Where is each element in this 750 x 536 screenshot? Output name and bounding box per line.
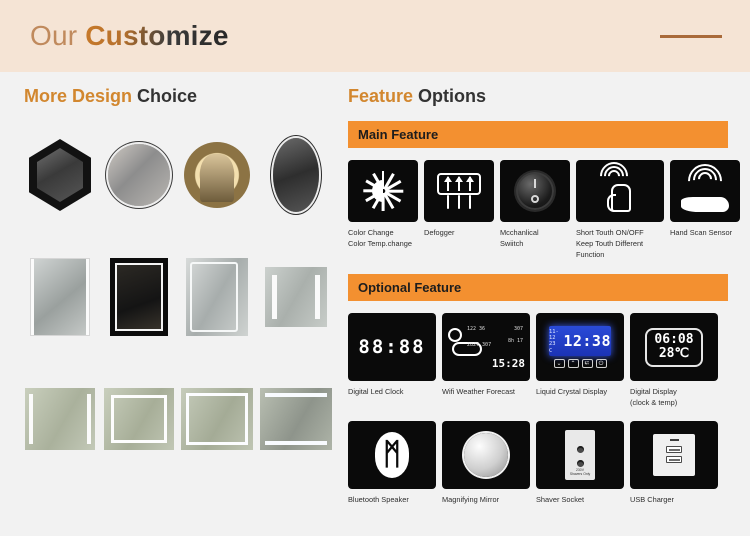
mirror-row-2 <box>24 243 332 351</box>
feature-label-wifi-weather: Wifi Weather Forecast <box>442 387 515 397</box>
page-title: Our Customize <box>30 20 229 52</box>
feature-label-bluetooth-speaker: Bluetooth Speaker <box>348 494 409 504</box>
feature-label-liquid-crystal-display: Liquid Crystal Display <box>536 387 608 397</box>
mirror-thumb-hexagon[interactable] <box>24 123 96 227</box>
feature-tile-magnifying-mirror[interactable]: Magnifying Mirror <box>442 420 530 505</box>
defogger-icon <box>424 160 494 222</box>
mirror-row-1 <box>24 121 332 229</box>
page-header: Our Customize <box>0 0 750 72</box>
digital-display-temp: 28℃ <box>658 346 690 362</box>
liquid-crystal-display-icon: 11-12 23 C 12:38 ⌄ ⌃ ⮓ ⏻ <box>536 313 624 382</box>
mirror-thumb-round-gold[interactable] <box>181 123 253 227</box>
page-title-bold: Customize <box>85 20 229 51</box>
bluetooth-glyph: ᛗ <box>383 437 401 471</box>
feature-tile-mechanical-switch[interactable]: Mcchanlical Swiitch <box>500 160 570 260</box>
feature-tile-usb-charger[interactable]: USB Charger <box>630 420 718 505</box>
feature-label-mechanical-switch: Mcchanlical Swiitch <box>500 228 539 249</box>
main-feature-tiles: Color Change Color Temp.change Defogger <box>348 160 740 260</box>
feature-options-title-accent: Feature <box>348 86 414 106</box>
main-feature-bar: Main Feature <box>348 121 728 148</box>
more-design-choice-title-dark: Choice <box>137 86 198 106</box>
lcd-button-mode[interactable]: ⮓ <box>581 359 593 369</box>
color-change-sun-icon <box>348 160 418 222</box>
feature-tile-digital-led-clock[interactable]: 88:88 Digital Led Clock <box>348 313 436 408</box>
mirror-thumb-rect-magnifier[interactable] <box>24 245 96 349</box>
mirror-thumb-rounded-corner[interactable] <box>181 245 253 349</box>
feature-tile-defogger[interactable]: Defogger <box>424 160 494 260</box>
digital-led-clock-value: 88:88 <box>358 336 426 359</box>
mirror-thumb-vertical-bars[interactable] <box>260 245 332 349</box>
hand-scan-sensor-icon <box>670 160 740 222</box>
more-design-choice-title: More Design Choice <box>24 86 332 107</box>
lcd-time: 12:38 <box>563 332 611 351</box>
digital-display-icon: 06:08 28℃ <box>630 313 718 382</box>
feature-label-magnifying-mirror: Magnifying Mirror <box>442 494 500 504</box>
feature-label-hand-scan-sensor: Hand Scan Sensor <box>670 228 733 237</box>
shaver-socket-icon: 230V Shavers Only <box>536 420 624 489</box>
feature-tile-liquid-crystal-display[interactable]: 11-12 23 C 12:38 ⌄ ⌃ ⮓ ⏻ Liquid Crystal … <box>536 313 624 408</box>
feature-label-usb-charger: USB Charger <box>630 494 674 504</box>
feature-tile-shaver-socket[interactable]: 230V Shavers Only Shaver Socket <box>536 420 624 505</box>
feature-tile-digital-display[interactable]: 06:08 28℃ Digital Display (clock & temp) <box>630 313 718 408</box>
lcd-button-group[interactable]: ⌄ ⌃ ⮓ ⏻ <box>553 359 607 369</box>
usb-charger-icon <box>630 420 718 489</box>
mirror-gallery <box>24 121 332 473</box>
page-title-light: Our <box>30 20 78 51</box>
lcd-date: 11-12 <box>549 328 559 342</box>
feature-label-shaver-socket: Shaver Socket <box>536 494 585 504</box>
wifi-weather-icon: 122 36 2827 307 307 8h 17 15:28 <box>442 313 530 382</box>
more-design-choice-title-accent: More Design <box>24 86 133 106</box>
feature-label-defogger: Defogger <box>424 228 455 237</box>
mirror-thumb-landscape-sidebars[interactable] <box>24 367 96 471</box>
mechanical-switch-icon <box>500 160 570 222</box>
feature-label-digital-led-clock: Digital Led Clock <box>348 387 404 397</box>
digital-led-clock-icon: 88:88 <box>348 313 436 382</box>
feature-tile-wifi-weather[interactable]: 122 36 2827 307 307 8h 17 15:28 Wifi Wea… <box>442 313 530 408</box>
optional-feature-tiles-row1: 88:88 Digital Led Clock 122 36 2827 307 … <box>348 313 728 408</box>
optional-feature-tiles-row2: ᛗ Bluetooth Speaker Magnifying Mirror 23… <box>348 420 728 505</box>
mirror-thumb-black-frame[interactable] <box>103 245 175 349</box>
bluetooth-speaker-icon: ᛗ <box>348 420 436 489</box>
feature-label-color-change: Color Change Color Temp.change <box>348 228 412 249</box>
mirror-thumb-landscape-wide[interactable] <box>181 367 254 471</box>
header-rule-icon <box>660 34 722 38</box>
mirror-thumb-round[interactable] <box>103 123 175 227</box>
feature-options-title: Feature Options <box>348 86 728 107</box>
wifi-weather-time: 15:28 <box>491 357 525 371</box>
lcd-temp: 23 C <box>549 341 556 354</box>
feature-tile-touch-sensor[interactable]: Short Touth ON/OFF Keep Touth Different … <box>576 160 664 260</box>
shaver-socket-text: 230V Shavers Only <box>569 467 591 477</box>
feature-label-digital-display: Digital Display (clock & temp) <box>630 387 678 408</box>
feature-options-title-dark: Options <box>418 86 487 106</box>
lcd-button-power[interactable]: ⏻ <box>595 359 607 369</box>
mirror-thumb-landscape-topbottom[interactable] <box>259 367 332 471</box>
magnifying-mirror-icon <box>442 420 530 489</box>
feature-tile-bluetooth-speaker[interactable]: ᛗ Bluetooth Speaker <box>348 420 436 505</box>
feature-options-panel: Feature Options Main Feature Color Chang… <box>348 86 740 536</box>
optional-feature-bar: Optional Feature <box>348 274 728 302</box>
mirror-row-3 <box>24 365 332 473</box>
lcd-button-down[interactable]: ⌄ <box>553 359 565 369</box>
feature-tile-hand-scan-sensor[interactable]: Hand Scan Sensor <box>670 160 740 260</box>
feature-label-touch-sensor: Short Touth ON/OFF Keep Touth Different … <box>576 228 644 260</box>
page-content: More Design Choice Feature Options Main … <box>0 72 750 536</box>
lcd-button-up[interactable]: ⌃ <box>567 359 579 369</box>
more-design-choice-panel: More Design Choice <box>24 86 332 536</box>
mirror-thumb-oval[interactable] <box>260 123 332 227</box>
touch-sensor-icon <box>576 160 664 222</box>
digital-display-time: 06:08 <box>654 331 694 347</box>
feature-tile-color-change[interactable]: Color Change Color Temp.change <box>348 160 418 260</box>
mirror-thumb-landscape-frame[interactable] <box>103 367 175 471</box>
